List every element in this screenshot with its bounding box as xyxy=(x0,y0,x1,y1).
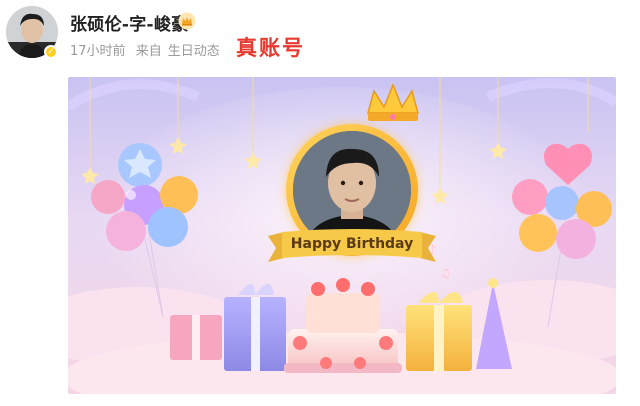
annotation-label: 真账号 xyxy=(236,36,305,60)
username-link[interactable]: 张硕伦-字-峻豪 xyxy=(70,10,189,35)
happy-birthday-text: Happy Birthday xyxy=(290,236,414,252)
svg-text:♫: ♫ xyxy=(440,266,451,280)
verified-badge-icon: ✓ xyxy=(44,45,58,59)
source-prefix: 来自 xyxy=(135,44,162,59)
crown-icon xyxy=(178,12,196,30)
post-time[interactable]: 17小时前 xyxy=(70,44,126,59)
source-name[interactable]: 生日动态 xyxy=(168,44,220,59)
post-meta: 17小时前 来自 生日动态 xyxy=(70,40,226,59)
